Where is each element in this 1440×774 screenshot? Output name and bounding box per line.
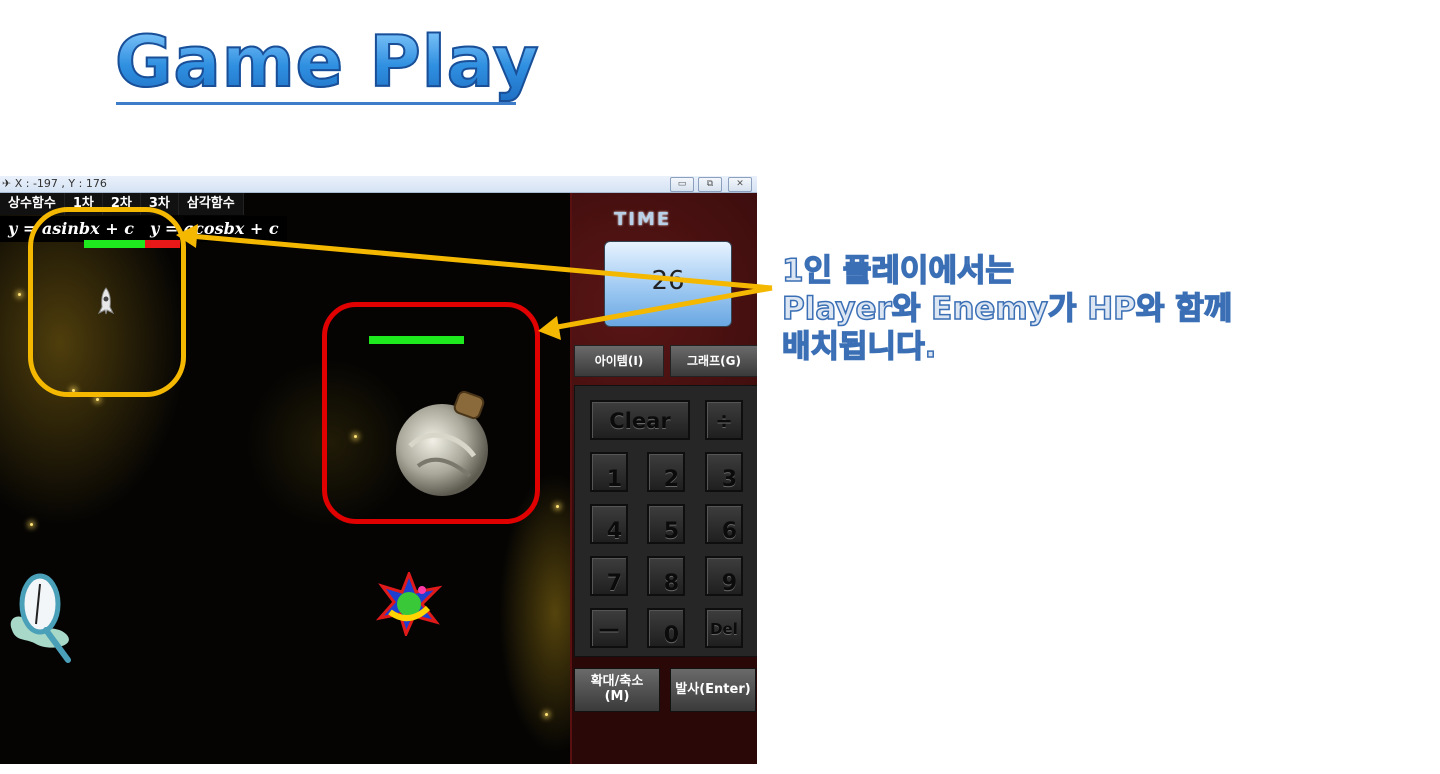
arrowhead-enemy (538, 316, 561, 340)
arrow-to-player (189, 233, 773, 291)
annotation-line-3: 배치됩니다. (781, 328, 937, 366)
annotation-line-2: Player와 Enemy가 HP와 함께 (781, 290, 1233, 328)
arrowhead-player (176, 224, 198, 248)
annotation-text: 1인 플레이에서는 Player와 Enemy가 HP와 함께 배치됩니다. (781, 252, 1342, 366)
annotation-line-1: 1인 플레이에서는 (781, 252, 1015, 290)
callout-arrows (176, 224, 773, 340)
arrow-to-enemy (551, 285, 773, 331)
